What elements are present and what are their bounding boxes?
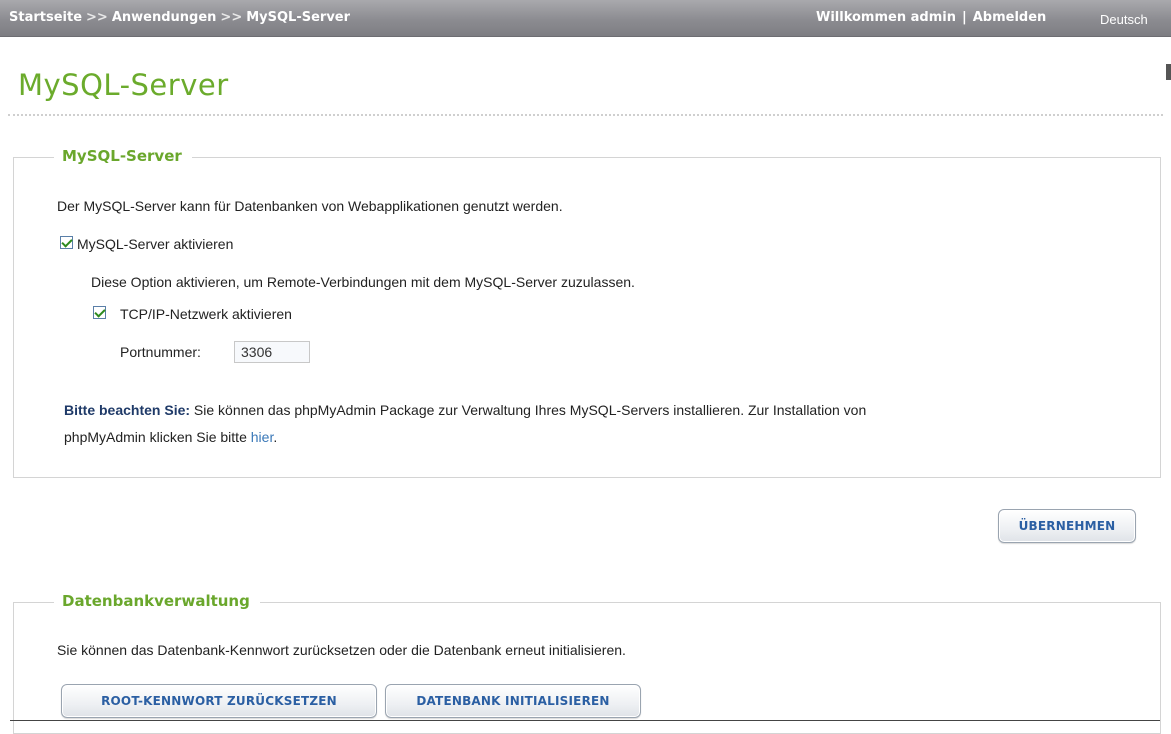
- breadcrumb-applications[interactable]: Anwendungen: [112, 10, 217, 25]
- tcp-ip-checkbox[interactable]: [93, 306, 106, 319]
- welcome-text: Willkommen admin: [816, 10, 956, 25]
- note-line-2: phpMyAdmin klicken Sie bitte hier.: [64, 429, 277, 445]
- breadcrumb-home[interactable]: Startseite: [9, 10, 82, 25]
- panel-legend: MySQL-Server: [54, 147, 192, 165]
- apply-button[interactable]: ÜBERNEHMEN: [998, 509, 1136, 543]
- mysql-server-panel: MySQL-Server Der MySQL-Server kann für D…: [13, 147, 1161, 478]
- panel-description: Der MySQL-Server kann für Datenbanken vo…: [57, 198, 563, 214]
- enable-mysql-label[interactable]: MySQL-Server aktivieren: [77, 236, 233, 252]
- user-area: Willkommen admin | Abmelden: [816, 10, 1046, 25]
- title-divider: [8, 114, 1163, 116]
- note-line-1: Bitte beachten Sie: Sie können das phpMy…: [64, 402, 866, 418]
- language-selector[interactable]: Deutsch: [1100, 12, 1148, 27]
- breadcrumb-separator: >>: [86, 10, 108, 25]
- db-description: Sie können das Datenbank-Kennwort zurück…: [57, 642, 626, 658]
- logout-link[interactable]: Abmelden: [973, 10, 1047, 25]
- note-end: .: [273, 429, 278, 445]
- breadcrumb-current: MySQL-Server: [246, 10, 351, 25]
- page-title: MySQL-Server: [18, 68, 229, 102]
- separator: |: [961, 10, 967, 25]
- top-navigation-bar: Startseite >> Anwendungen >> MySQL-Server Wi…: [0, 0, 1171, 37]
- breadcrumb: Startseite >> Anwendungen >> MySQL-Server: [9, 10, 350, 25]
- remote-hint: Diese Option aktivieren, um Remote-Verbi…: [91, 274, 635, 290]
- panel-legend: Datenbankverwaltung: [54, 592, 260, 610]
- note-heading: Bitte beachten Sie:: [64, 402, 191, 418]
- breadcrumb-separator: >>: [220, 10, 243, 25]
- window-edge: [1166, 64, 1171, 80]
- port-label: Portnummer:: [120, 344, 201, 360]
- database-management-panel: Datenbankverwaltung Sie können das Daten…: [13, 592, 1161, 734]
- initialize-database-button[interactable]: DATENBANK INITIALISIEREN: [385, 684, 641, 718]
- phpmyadmin-link[interactable]: hier: [251, 429, 274, 445]
- note-text-2: phpMyAdmin klicken Sie bitte: [64, 429, 251, 445]
- enable-mysql-checkbox[interactable]: [60, 236, 73, 249]
- reset-root-password-button[interactable]: ROOT-KENNWORT ZURÜCKSETZEN: [61, 684, 377, 718]
- note-text: Sie können das phpMyAdmin Package zur Ve…: [190, 402, 867, 418]
- bottom-divider: [10, 720, 1160, 721]
- port-number-input[interactable]: [234, 341, 310, 363]
- tcp-ip-label[interactable]: TCP/IP-Netzwerk aktivieren: [120, 306, 292, 322]
